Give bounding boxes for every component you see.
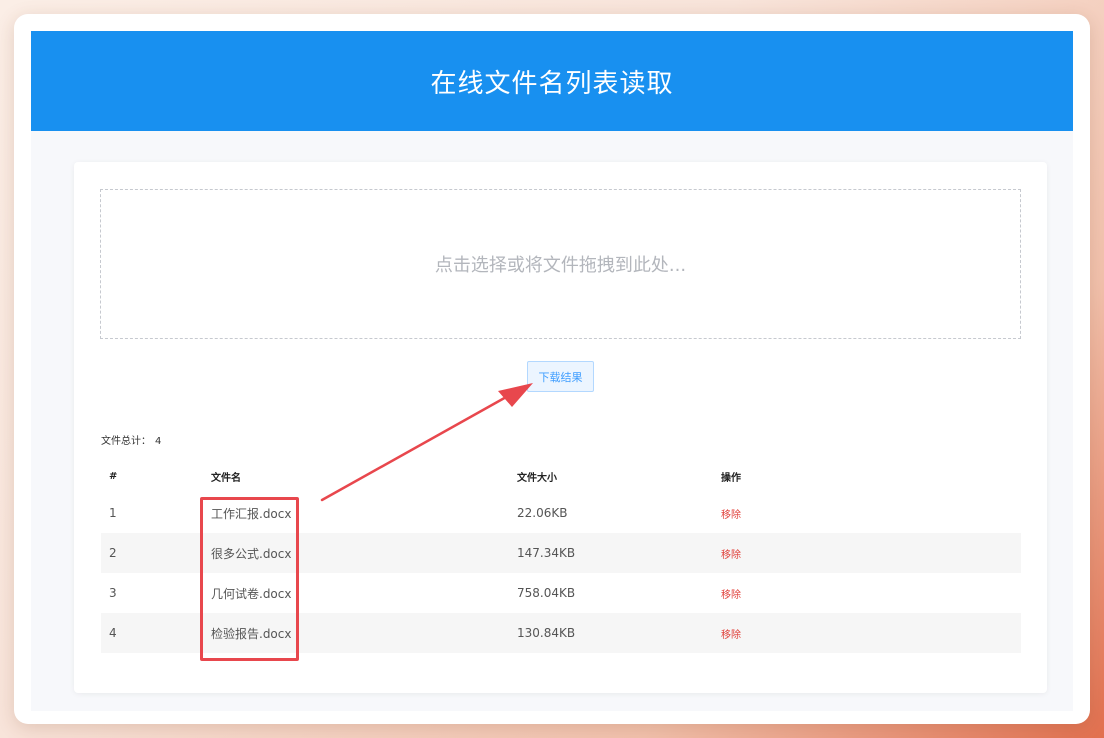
annotation-arrow-shaft (320, 394, 510, 502)
annotation-arrow (320, 383, 533, 502)
annotation-arrow-head (498, 383, 533, 407)
